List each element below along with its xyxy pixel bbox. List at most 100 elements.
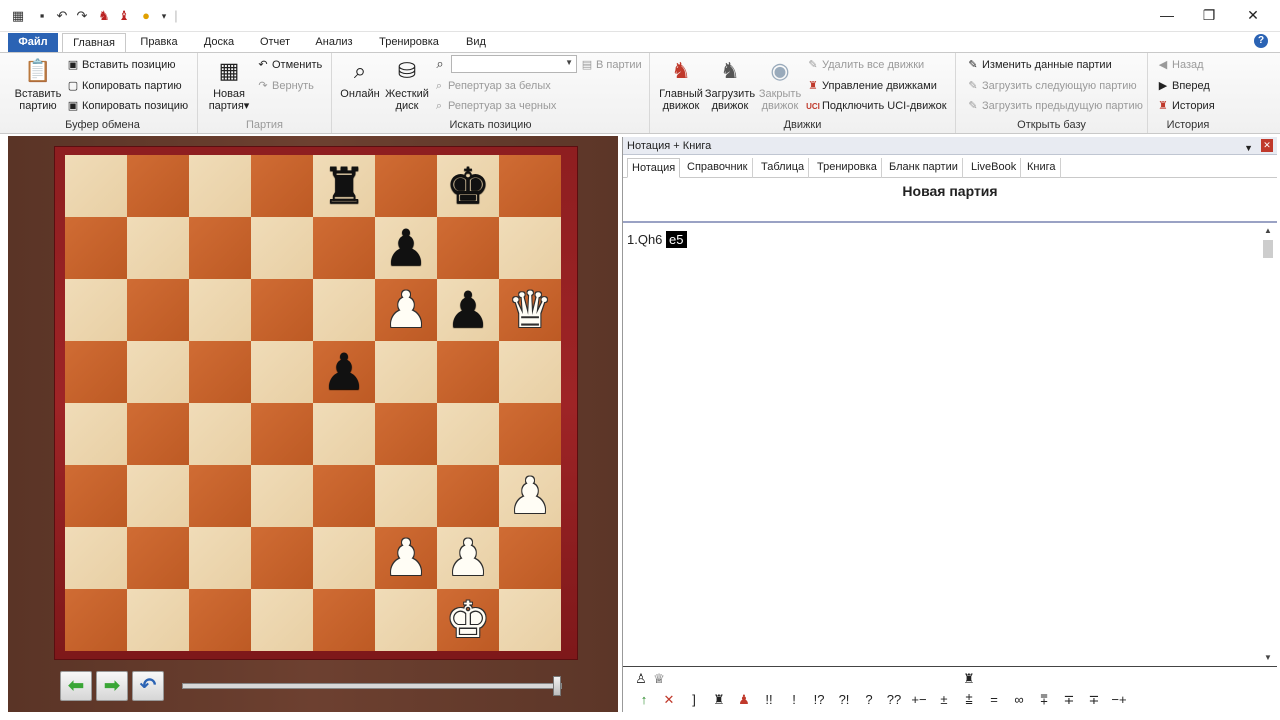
tab-book[interactable]: Книга [1023,158,1061,178]
board-icon[interactable]: ▦ [10,8,26,24]
take-back-button[interactable]: ↶ [132,671,164,701]
square-a3[interactable] [65,465,127,527]
close-icon[interactable]: ✕ [1230,0,1276,30]
piece-g8[interactable]: ♚ [437,155,499,217]
move-forward-button[interactable]: ➡ [96,671,128,701]
paste-position-button[interactable]: ▣ Вставить позицию [66,56,176,74]
symbol-bottom-10[interactable]: ?? [883,692,905,708]
tab-reference[interactable]: Справочник [683,158,753,178]
piece-g2[interactable]: ♟ [437,527,499,589]
tab-scoresheet[interactable]: Бланк партии [885,158,963,178]
square-f8[interactable] [375,155,437,217]
square-a8[interactable] [65,155,127,217]
square-d6[interactable] [251,279,313,341]
tab-file[interactable]: Файл [8,33,58,52]
move-back-button[interactable]: ⬅ [60,671,92,701]
back-button[interactable]: ◀ Назад [1156,56,1204,74]
square-c7[interactable] [189,217,251,279]
symbol-bottom-15[interactable]: ∞ [1008,692,1030,708]
tab-table[interactable]: Таблица [757,158,810,178]
symbol-top-0[interactable]: ♙ [633,671,649,687]
symbol-bottom-11[interactable]: +− [908,692,930,708]
square-a5[interactable] [65,341,127,403]
square-b6[interactable] [127,279,189,341]
piece-e5[interactable]: ♟ [313,341,375,403]
square-e3[interactable] [313,465,375,527]
save-icon[interactable]: ▪ [34,8,50,24]
square-b7[interactable] [127,217,189,279]
close-engine-button[interactable]: ◉ Закрыть движок [756,56,804,112]
symbol-bottom-2[interactable]: ] [683,692,705,708]
symbol-bottom-9[interactable]: ? [858,692,880,708]
connect-uci-button[interactable]: UCI Подключить UCI-движок [806,97,946,115]
piece-e8[interactable]: ♜ [313,155,375,217]
tab-board[interactable]: Доска [196,33,242,52]
square-d8[interactable] [251,155,313,217]
square-h2[interactable] [499,527,561,589]
square-b2[interactable] [127,527,189,589]
notation-area[interactable]: 1.Qh6 e5 ▲ ▼ [623,224,1277,664]
square-b8[interactable] [127,155,189,217]
square-a7[interactable] [65,217,127,279]
symbol-bottom-16[interactable]: ⩱ [1033,692,1055,708]
move-text[interactable]: 1.Qh6 [627,232,662,247]
piece-f7[interactable]: ♟ [375,217,437,279]
square-h8[interactable] [499,155,561,217]
square-a6[interactable] [65,279,127,341]
bulb-icon[interactable]: ● [138,8,154,24]
restore-icon[interactable]: ❐ [1186,0,1232,30]
square-h7[interactable] [499,217,561,279]
symbol-bottom-4[interactable]: ♟ [733,692,755,708]
symbol-bottom-18[interactable]: ∓ [1083,692,1105,708]
square-b5[interactable] [127,341,189,403]
tab-training-pane[interactable]: Тренировка [813,158,882,178]
square-d7[interactable] [251,217,313,279]
symbol-bottom-19[interactable]: −+ [1108,692,1130,708]
move-slider-thumb[interactable] [553,676,561,696]
square-b1[interactable] [127,589,189,651]
symbol-bottom-5[interactable]: !! [758,692,780,708]
remove-all-engines-button[interactable]: ✎ Удалить все движки [806,56,924,74]
symbol-bottom-13[interactable]: ⩲ [958,692,980,708]
scroll-thumb[interactable] [1263,240,1273,258]
tab-notation[interactable]: Нотация [627,158,681,178]
square-e7[interactable] [313,217,375,279]
symbol-bottom-14[interactable]: = [983,692,1005,708]
chess-board[interactable]: ♜ ♚ ♟ ♟ ♟ ♛ ♟ ♟ ♟ ♟ ♚ [65,155,561,651]
copy-game-button[interactable]: ▢ Копировать партию [66,77,182,95]
square-c5[interactable] [189,341,251,403]
piece-h3[interactable]: ♟ [499,465,561,527]
scroll-up-icon[interactable]: ▲ [1261,226,1275,235]
tab-analysis[interactable]: Анализ [308,33,360,52]
tab-livebook[interactable]: LiveBook [967,158,1022,178]
symbol-bottom-3[interactable]: ♜ [708,692,730,708]
engine-icon[interactable]: ♝ [116,8,132,24]
tab-view[interactable]: Вид [458,33,494,52]
hard-disk-button[interactable]: ⛁ Жесткий диск [382,56,432,112]
square-e1[interactable] [313,589,375,651]
square-c2[interactable] [189,527,251,589]
symbol-bottom-0[interactable]: ↑ [633,692,655,708]
minimize-icon[interactable]: — [1144,0,1190,30]
square-e2[interactable] [313,527,375,589]
edit-game-data-button[interactable]: ✎ Изменить данные партии [966,56,1111,74]
tab-home[interactable]: Главная [62,33,126,52]
repertoire-black-button[interactable]: ⌕ Репертуар за черных [432,97,557,115]
square-c3[interactable] [189,465,251,527]
in-game-button[interactable]: ▤ В партии [580,56,642,74]
tab-training[interactable]: Тренировка [372,33,446,52]
square-g4[interactable] [437,403,499,465]
square-c4[interactable] [189,403,251,465]
history-button[interactable]: ♜ История [1156,97,1215,115]
symbol-bottom-12[interactable]: ± [933,692,955,708]
square-h5[interactable] [499,341,561,403]
pane-menu-icon[interactable]: ▼ [1244,139,1253,157]
main-engine-button[interactable]: ♞ Главный движок [658,56,704,112]
square-f4[interactable] [375,403,437,465]
square-a1[interactable] [65,589,127,651]
help-icon[interactable]: ? [1254,34,1268,48]
undo-icon[interactable]: ↶ [54,8,70,24]
move-slider[interactable] [182,683,562,689]
symbol-bottom-7[interactable]: !? [808,692,830,708]
square-a4[interactable] [65,403,127,465]
